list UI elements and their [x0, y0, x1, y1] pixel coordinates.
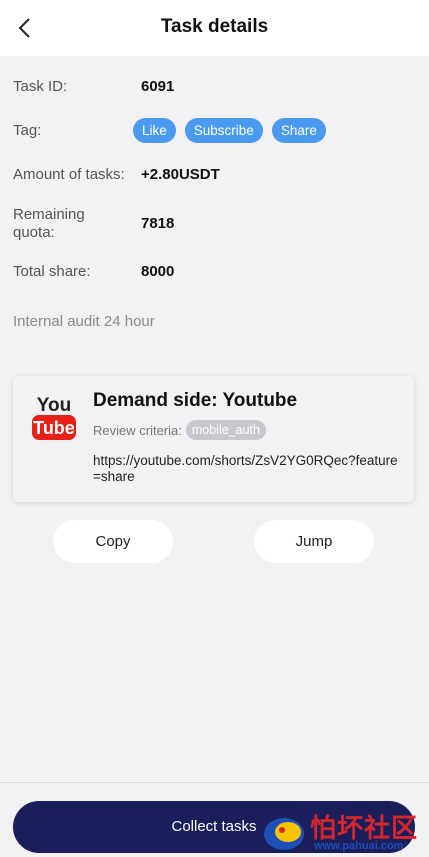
- footer-divider: [0, 782, 429, 783]
- task-id-value: 6091: [141, 78, 175, 95]
- audit-note: Internal audit 24 hour: [13, 313, 155, 330]
- logo-you-text: You: [37, 395, 71, 416]
- logo-tube-text: Tube: [33, 418, 75, 438]
- watermark-logo-icon: [264, 818, 304, 850]
- remaining-label-line2: quota:: [13, 224, 55, 241]
- watermark-url: www.pahuai.com: [314, 840, 404, 852]
- header-bar: Task details: [0, 0, 429, 56]
- task-id-label: Task ID:: [13, 78, 68, 95]
- jump-button[interactable]: Jump: [254, 520, 374, 563]
- amount-label: Amount of tasks:: [13, 166, 125, 183]
- review-badge: mobile_auth: [185, 420, 266, 440]
- youtube-logo-icon: You Tube: [32, 395, 76, 440]
- total-share-label: Total share:: [13, 263, 91, 280]
- demand-card: You Tube Demand side: Youtube Review cri…: [13, 376, 414, 502]
- copy-button[interactable]: Copy: [53, 520, 173, 563]
- remaining-label-line1: Remaining: [13, 206, 85, 223]
- page-title: Task details: [160, 16, 269, 37]
- tag-label: Tag:: [13, 122, 42, 139]
- demand-side-title: Demand side: Youtube: [93, 390, 298, 411]
- watermark: 怕坏社区 www.pahuai.com: [262, 808, 422, 854]
- tag-subscribe: Subscribe: [184, 118, 263, 143]
- amount-value: +2.80USDT: [141, 166, 220, 183]
- tag-share: Share: [271, 118, 326, 143]
- total-share-value: 8000: [141, 263, 175, 280]
- review-criteria-label: Review criteria:: [93, 422, 182, 438]
- review-criteria: Review criteria: mobile_auth: [93, 420, 266, 440]
- tag-list: Like Subscribe Share: [133, 118, 326, 143]
- task-url[interactable]: https://youtube.com/shorts/ZsV2YG0RQec?f…: [93, 453, 403, 485]
- tag-like: Like: [133, 118, 176, 143]
- remaining-value: 7818: [141, 215, 175, 232]
